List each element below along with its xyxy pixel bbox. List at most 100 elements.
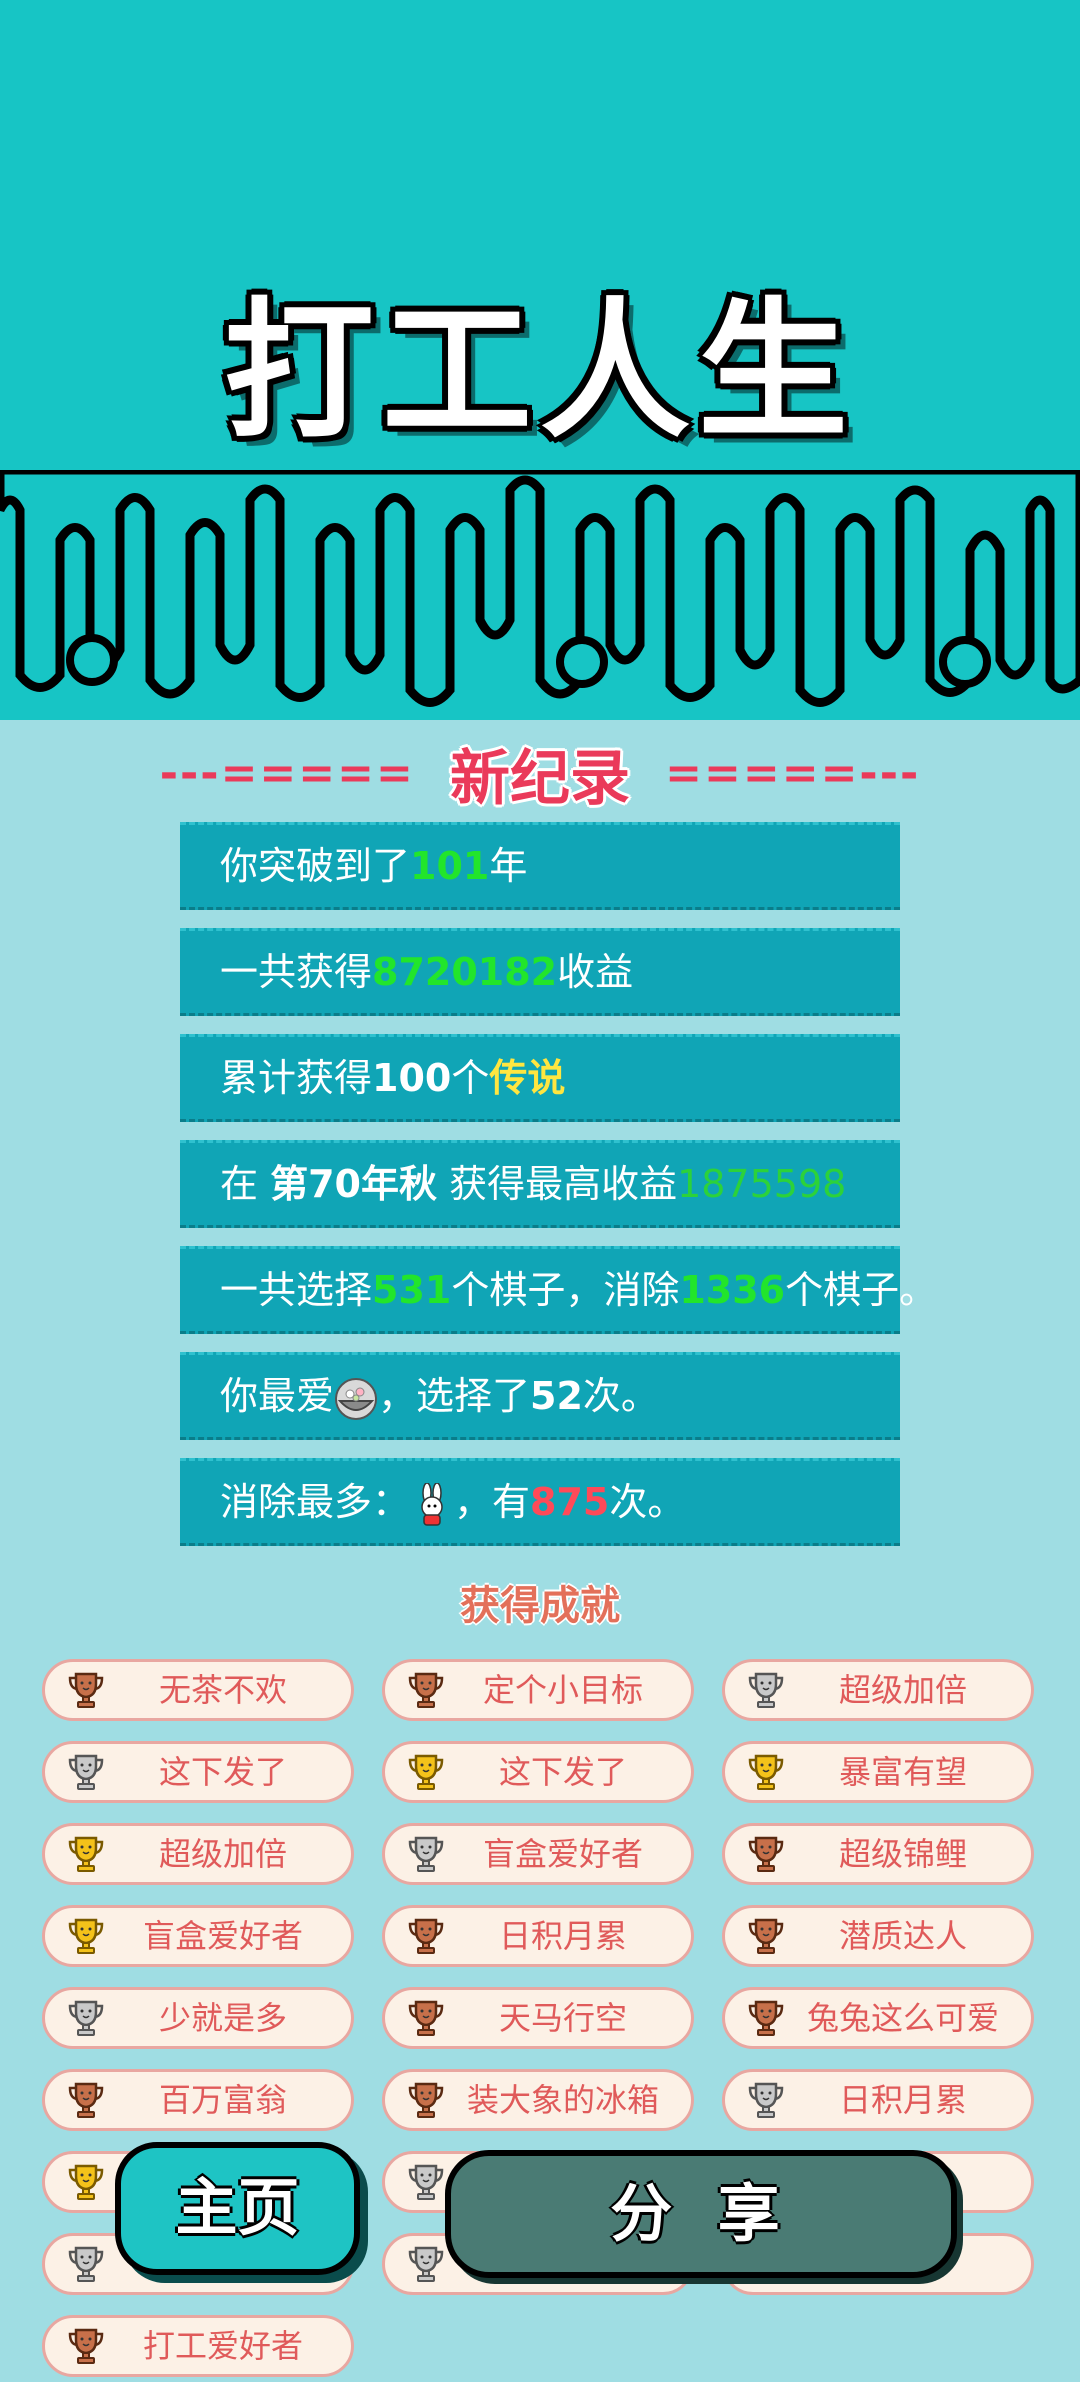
trophy-silver-icon — [748, 1672, 784, 1708]
trophy-silver-icon — [68, 2000, 104, 2036]
achievement-item: 超级加倍 — [722, 1659, 1034, 1721]
trophy-bronze-icon — [408, 2082, 444, 2118]
stat-value: 1336 — [679, 1268, 786, 1312]
achievement-item: 无茶不欢 — [42, 1659, 354, 1721]
stat-text: 你突破到了 — [220, 844, 411, 888]
stat-text: ，有 — [454, 1480, 531, 1524]
trophy-gold-icon — [408, 1754, 444, 1790]
achievement-item: 天马行空 — [382, 1987, 694, 2049]
trophy-bronze-icon — [68, 2328, 104, 2364]
stat-text: 个棋子。 — [785, 1268, 938, 1312]
trophy-gold-icon — [68, 1918, 104, 1954]
stat-value: 101 — [410, 844, 490, 888]
trophy-bronze-icon — [748, 2000, 784, 2036]
achievement-label: 天马行空 — [498, 1999, 627, 2037]
legend-tag: 传说 — [489, 1056, 566, 1100]
stat-text: 收益 — [557, 950, 634, 994]
rice-bowl-icon — [335, 1377, 378, 1420]
achievement-item: 兔兔这么可爱 — [722, 1987, 1034, 2049]
achievement-label: 潜质达人 — [838, 1917, 967, 1955]
achievement-label: 装大象的冰箱 — [466, 2081, 659, 2119]
stat-pieces: 一共选择531个棋子，消除1336个棋子。 — [180, 1246, 937, 1334]
stat-value: 8720182 — [372, 950, 558, 994]
trophy-bronze-icon — [68, 2082, 104, 2118]
stat-favorite: 你最爱 ，选择了52次。 — [180, 1352, 900, 1440]
stat-text: 你最爱 — [220, 1374, 335, 1418]
trophy-silver-icon — [748, 2082, 784, 2118]
stat-income: 一共获得8720182收益 — [180, 928, 900, 1016]
stat-value: 52 — [530, 1374, 583, 1418]
achievement-label: 无茶不欢 — [158, 1671, 287, 1709]
game-title: 打工人生 — [223, 285, 856, 459]
trophy-gold-icon — [68, 2164, 104, 2200]
stat-text: 年 — [489, 844, 528, 888]
stat-best-season: 在 第70年秋 获得最高收益1875598 — [180, 1140, 900, 1228]
achievement-item: 百万富翁 — [42, 2069, 354, 2131]
stat-value: 100 — [372, 1056, 452, 1100]
home-button[interactable]: 主页 — [115, 2142, 360, 2275]
stat-text: 个 — [451, 1056, 490, 1100]
achievement-label: 这下发了 — [158, 1753, 287, 1791]
trophy-bronze-icon — [408, 2000, 444, 2036]
achievement-item: 少就是多 — [42, 1987, 354, 2049]
share-button[interactable]: 分 享 — [445, 2150, 957, 2278]
trophy-silver-icon — [68, 2246, 104, 2282]
trophy-gold-icon — [68, 1836, 104, 1872]
season-label: 第70年秋 — [270, 1162, 437, 1206]
achievements-heading: 获得成就 — [460, 1583, 620, 1629]
achievement-label: 百万富翁 — [158, 2081, 287, 2119]
trophy-bronze-icon — [68, 1672, 104, 1708]
stat-text: 一共选择 — [220, 1268, 373, 1312]
stat-years: 你突破到了101年 — [180, 822, 900, 910]
achievement-item: 暴富有望 — [722, 1741, 1034, 1803]
achievement-label: 这下发了 — [498, 1753, 627, 1791]
achievement-label: 定个小目标 — [482, 1671, 643, 1709]
trophy-silver-icon — [68, 1754, 104, 1790]
trophy-bronze-icon — [748, 1918, 784, 1954]
achievement-label: 超级锦鲤 — [838, 1835, 967, 1873]
stat-text: ，选择了 — [378, 1374, 531, 1418]
achievement-label: 盲盒爱好者 — [482, 1835, 643, 1873]
achievement-item: 装大象的冰箱 — [382, 2069, 694, 2131]
stat-text: 次。 — [609, 1480, 686, 1524]
dash-right: =====--- — [665, 748, 921, 799]
stat-text: 获得最高收益 — [436, 1162, 678, 1206]
achievement-item: 盲盒爱好者 — [42, 1905, 354, 1967]
new-record-heading: ---===== 新纪录 =====--- — [0, 730, 1080, 814]
stat-text: 个棋子，消除 — [451, 1268, 680, 1312]
achievement-item: 超级锦鲤 — [722, 1823, 1034, 1885]
achievement-item: 日积月累 — [382, 1905, 694, 1967]
achievement-label: 少就是多 — [158, 1999, 287, 2037]
trophy-bronze-icon — [748, 1836, 784, 1872]
achievement-label: 超级加倍 — [838, 1671, 967, 1709]
achievement-item: 日积月累 — [722, 2069, 1034, 2131]
stat-text: 在 — [220, 1162, 271, 1206]
trophy-silver-icon — [408, 2246, 444, 2282]
stat-most-eliminated: 消除最多： ，有875次。 — [180, 1458, 900, 1546]
achievement-label: 盲盒爱好者 — [142, 1917, 303, 1955]
trophy-silver-icon — [408, 2164, 444, 2200]
record-title: 新纪录 — [450, 744, 630, 814]
achievement-item: 这下发了 — [42, 1741, 354, 1803]
achievement-item: 超级加倍 — [42, 1823, 354, 1885]
stat-text: 一共获得 — [220, 950, 373, 994]
rabbit-icon — [421, 1482, 443, 1526]
achievement-label: 日积月累 — [498, 1917, 627, 1955]
achievement-item: 这下发了 — [382, 1741, 694, 1803]
stat-value: 875 — [530, 1480, 610, 1524]
achievement-item: 盲盒爱好者 — [382, 1823, 694, 1885]
achievement-label: 超级加倍 — [158, 1835, 287, 1873]
achievement-label: 兔兔这么可爱 — [806, 1999, 999, 2037]
stat-value: 1875598 — [677, 1162, 847, 1206]
stat-text: 消除最多： — [220, 1480, 411, 1524]
achievement-item: 潜质达人 — [722, 1905, 1034, 1967]
stat-text: 累计获得 — [220, 1056, 373, 1100]
stat-value: 531 — [372, 1268, 452, 1312]
achievement-label: 暴富有望 — [838, 1753, 967, 1791]
stat-legend: 累计获得100个传说 — [180, 1034, 900, 1122]
stat-text: 次。 — [582, 1374, 659, 1418]
achievement-label: 打工爱好者 — [142, 2327, 303, 2365]
drip-decoration — [0, 470, 1080, 707]
achievement-label: 日积月累 — [838, 2081, 967, 2119]
trophy-bronze-icon — [408, 1672, 444, 1708]
